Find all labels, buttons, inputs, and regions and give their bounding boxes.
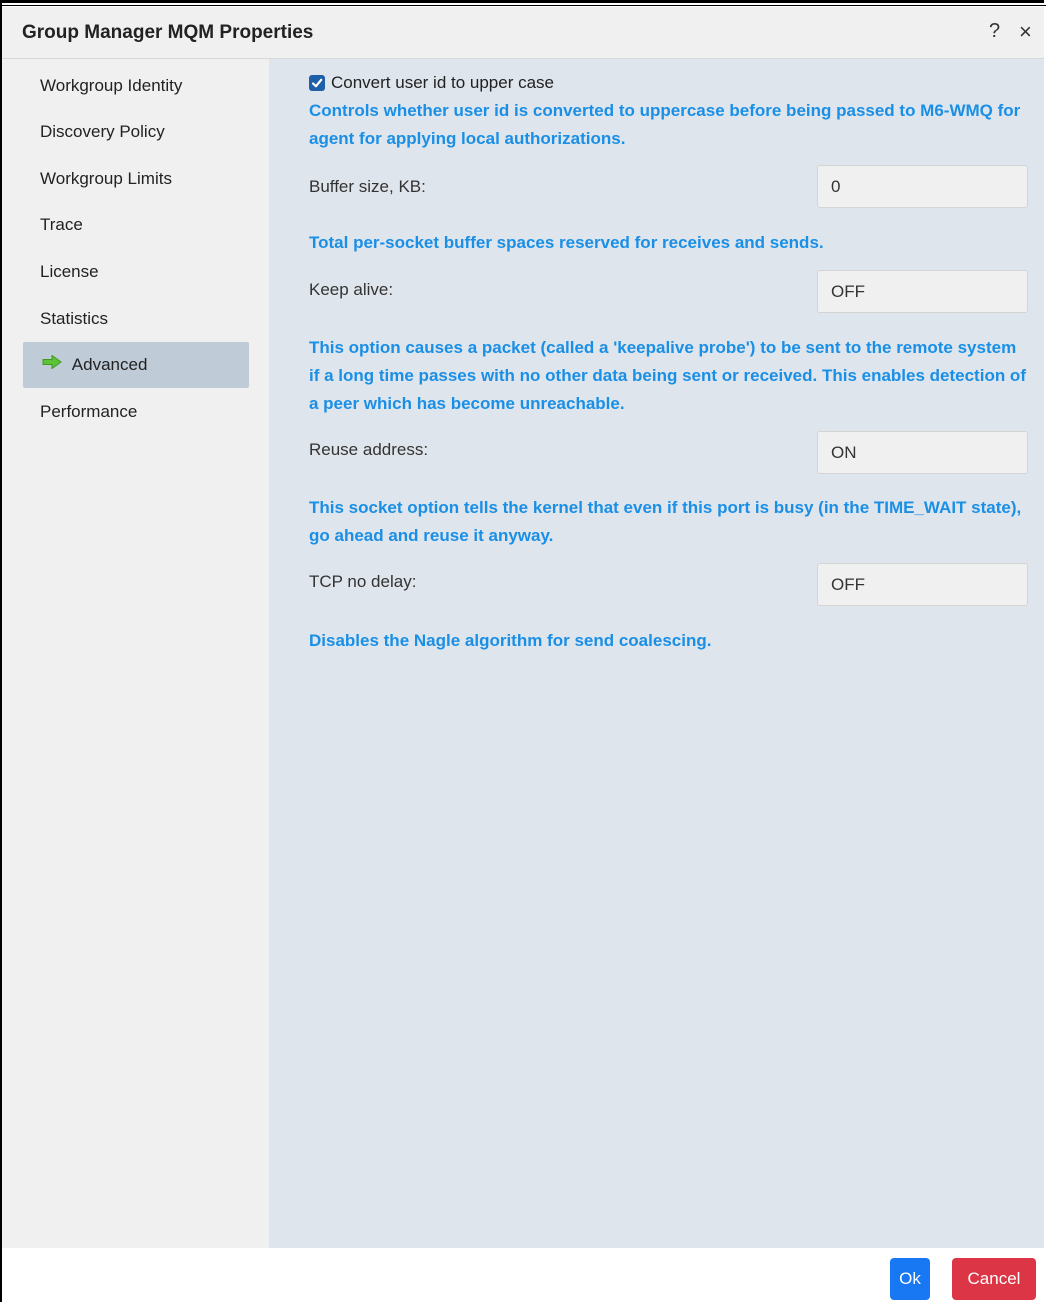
sidebar-item-workgroup-limits[interactable]: Workgroup Limits <box>23 156 249 202</box>
sidebar-item-label: Discovery Policy <box>40 122 165 141</box>
sidebar-nav: Workgroup Identity Discovery Policy Work… <box>2 59 269 1248</box>
sidebar-item-label: Trace <box>40 215 83 234</box>
keep-alive-description: This option causes a packet (called a 'k… <box>309 338 1026 413</box>
sidebar-item-performance[interactable]: Performance <box>23 389 249 435</box>
reuse-address-description: This socket option tells the kernel that… <box>309 498 1022 545</box>
tcp-no-delay-description: Disables the Nagle algorithm for send co… <box>309 631 712 650</box>
reuse-address-label: Reuse address: <box>309 440 429 459</box>
sidebar-item-workgroup-identity[interactable]: Workgroup Identity <box>23 63 249 109</box>
sidebar-item-label: Advanced <box>71 355 148 374</box>
dialog-title: Group Manager MQM Properties <box>22 22 314 43</box>
sidebar-item-statistics[interactable]: Statistics <box>23 296 249 342</box>
sidebar-item-label: Performance <box>40 402 138 421</box>
sidebar-item-discovery-policy[interactable]: Discovery Policy <box>23 109 249 155</box>
sidebar-item-label: Workgroup Identity <box>40 76 183 95</box>
dialog-footer: Ok Cancel <box>2 1248 1044 1305</box>
sidebar-item-label: Workgroup Limits <box>40 169 172 188</box>
sidebar-item-label: Statistics <box>40 309 109 328</box>
convert-uid-label: Convert user id to upper case <box>331 73 555 92</box>
sidebar-item-advanced[interactable]: Advanced <box>23 342 249 388</box>
buffer-size-label: Buffer size, KB: <box>309 177 426 196</box>
properties-dialog: Group Manager MQM Properties ? × Workgro… <box>0 0 1046 1305</box>
ok-button[interactable]: Ok <box>890 1258 930 1300</box>
keep-alive-label: Keep alive: <box>309 280 394 299</box>
reuse-address-input[interactable] <box>817 431 1028 474</box>
cancel-button[interactable]: Cancel <box>952 1258 1036 1300</box>
advanced-settings-panel: Convert user id to upper case Controls w… <box>269 59 1044 1248</box>
tcp-no-delay-label: TCP no delay: <box>309 572 417 591</box>
convert-uid-checkbox-row[interactable]: Convert user id to upper case <box>309 72 554 94</box>
buffer-size-input[interactable] <box>817 165 1028 208</box>
checkmark-icon <box>311 78 323 88</box>
convert-uid-description: Controls whether user id is converted to… <box>309 101 1021 148</box>
sidebar-item-trace[interactable]: Trace <box>23 202 249 248</box>
help-icon[interactable]: ? <box>989 20 1000 43</box>
keep-alive-input[interactable] <box>817 270 1028 313</box>
close-icon[interactable]: × <box>1019 19 1032 45</box>
sidebar-item-license[interactable]: License <box>23 249 249 295</box>
sidebar-item-label: License <box>40 262 99 281</box>
dialog-titlebar: Group Manager MQM Properties ? × <box>2 7 1044 59</box>
tcp-no-delay-input[interactable] <box>817 563 1028 606</box>
convert-uid-checkbox[interactable] <box>309 75 325 91</box>
green-arrow-right-icon <box>42 341 62 387</box>
buffer-size-description: Total per-socket buffer spaces reserved … <box>309 233 824 252</box>
